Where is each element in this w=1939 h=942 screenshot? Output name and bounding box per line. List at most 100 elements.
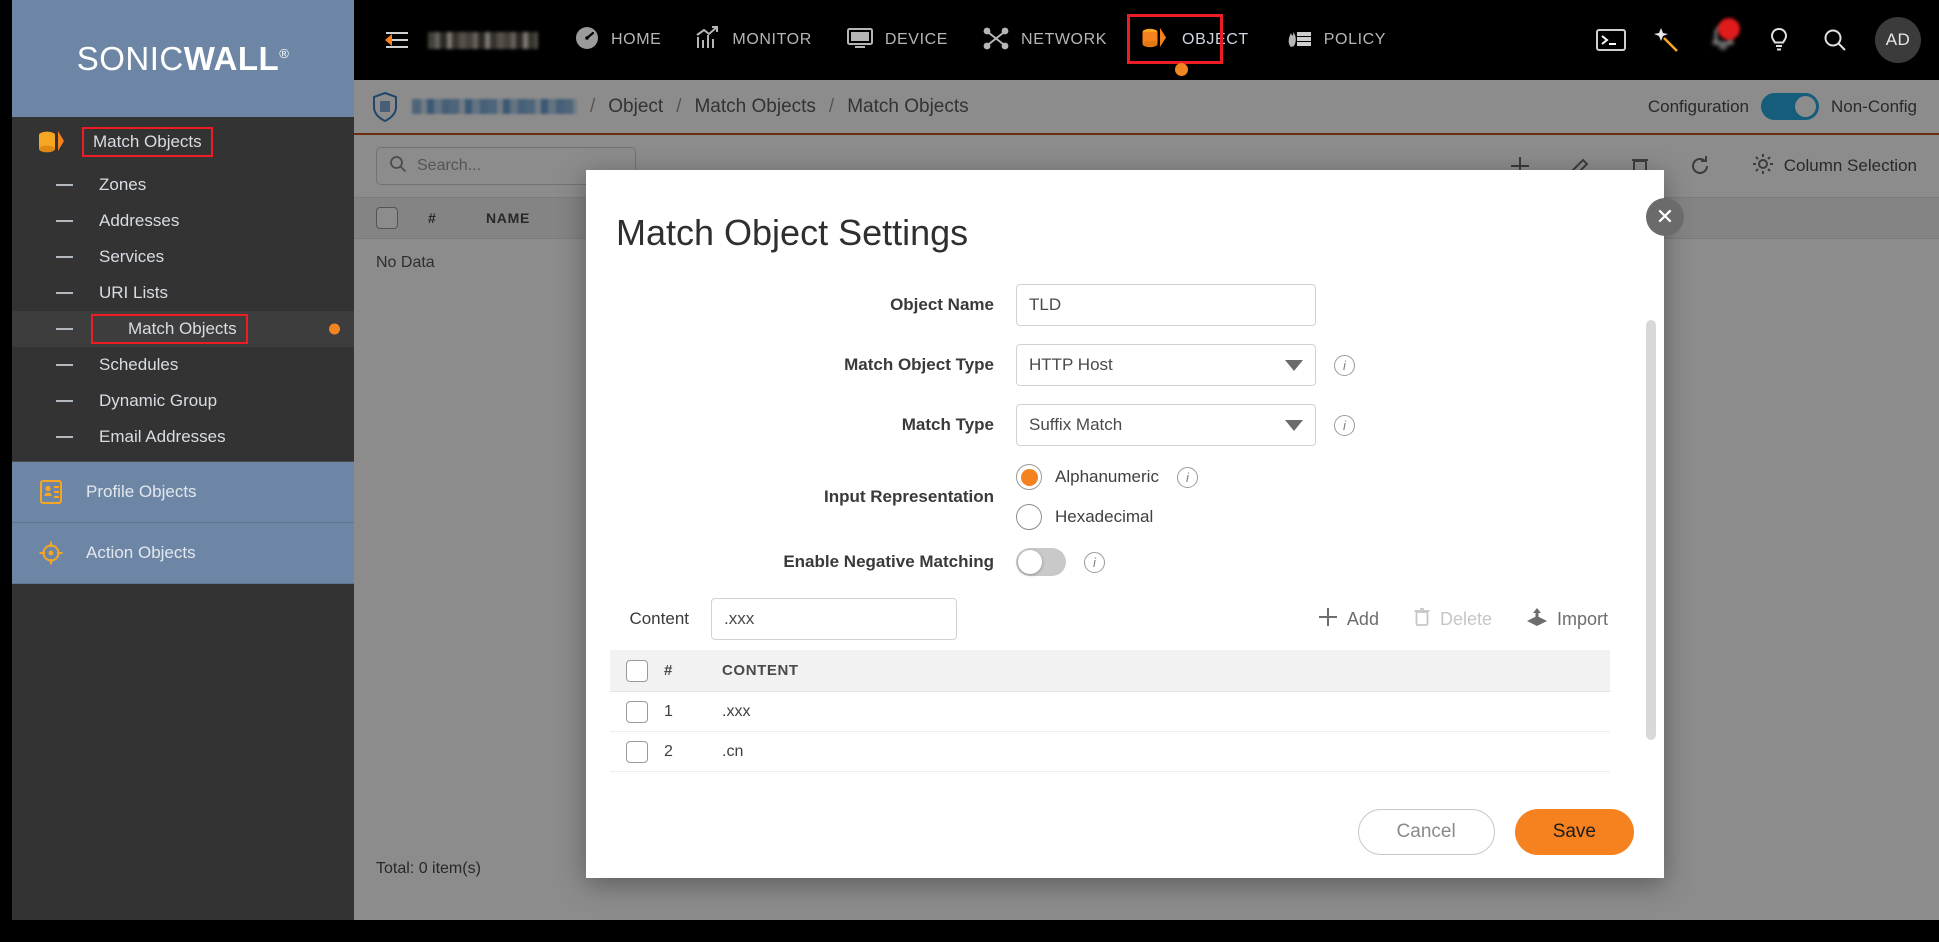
sidebar-item-email-addresses[interactable]: Email Addresses xyxy=(12,419,354,455)
sidebar-item-highlight-box: Match Objects xyxy=(91,314,248,344)
row-checkbox[interactable] xyxy=(626,700,648,723)
lightbulb-icon[interactable] xyxy=(1751,0,1807,80)
tab-object-marker-dot xyxy=(1175,63,1189,76)
sidebar-item-addresses[interactable]: Addresses xyxy=(12,203,354,239)
avatar[interactable]: AD xyxy=(1875,17,1921,63)
match-type-value: Suffix Match xyxy=(1029,415,1123,434)
field-label: Match Type xyxy=(901,415,994,434)
add-button[interactable]: Add xyxy=(1318,607,1379,632)
redacted-device-name xyxy=(428,31,538,49)
close-icon[interactable]: ✕ xyxy=(1646,198,1684,236)
info-icon[interactable]: i xyxy=(1334,414,1355,436)
dash-icon xyxy=(56,292,73,294)
avatar-initials: AD xyxy=(1885,30,1911,49)
dash-icon xyxy=(56,400,73,402)
match-object-type-select[interactable]: HTTP Host xyxy=(1016,344,1316,386)
row-content: .cn xyxy=(722,742,744,760)
sidebar-group-label: Profile Objects xyxy=(86,482,197,501)
dash-icon xyxy=(56,220,73,222)
brand-text: SONICWALL® xyxy=(77,40,290,78)
chevron-down-icon xyxy=(1285,419,1303,431)
tab-object[interactable]: OBJECT xyxy=(1127,0,1249,80)
sidebar-group-profile-objects[interactable]: Profile Objects xyxy=(12,462,354,523)
content-field-label: Content xyxy=(629,609,689,628)
sidebar-item-label: Match Objects xyxy=(128,319,237,338)
field-input-representation: Input Representation Alphanumeric i Hexa… xyxy=(586,464,1634,530)
tab-home[interactable]: HOME xyxy=(574,0,661,80)
info-icon[interactable]: i xyxy=(1084,551,1105,573)
save-button[interactable]: Save xyxy=(1514,809,1634,855)
settings-form: Object Name TLD Match Object Type HTTP H… xyxy=(586,254,1664,772)
sidebar-item-uri-lists[interactable]: URI Lists xyxy=(12,275,354,311)
tab-label: NETWORK xyxy=(1021,31,1108,48)
top-nav-items: HOME MONITOR DEVICE NETWORK OBJECT POLIC… xyxy=(574,0,1420,80)
sidebar-item-label: URI Lists xyxy=(99,283,168,302)
sidebar-item-label: Schedules xyxy=(99,355,179,374)
dash-icon xyxy=(56,256,73,258)
radio-label: Hexadecimal xyxy=(1055,507,1154,526)
content-select-all-checkbox[interactable] xyxy=(626,659,648,682)
magic-wand-icon[interactable] xyxy=(1639,0,1695,80)
object-name-input[interactable]: TLD xyxy=(1016,284,1316,326)
row-number: 2 xyxy=(664,742,673,760)
sidebar-item-label: Dynamic Group xyxy=(99,391,218,410)
content-column-content: CONTENT xyxy=(722,662,799,679)
radio-button[interactable] xyxy=(1016,464,1042,490)
dialog-title: Match Object Settings xyxy=(616,212,969,253)
table-row[interactable]: 2 .cn xyxy=(610,732,1610,772)
object-name-value: TLD xyxy=(1029,295,1062,314)
tab-network[interactable]: NETWORK xyxy=(982,0,1107,80)
chevron-down-icon xyxy=(1285,359,1303,371)
content-value: .xxx xyxy=(724,609,755,628)
field-match-object-type: Match Object Type HTTP Host i xyxy=(586,344,1634,386)
table-row[interactable]: 1 .xxx xyxy=(610,692,1610,732)
upload-icon xyxy=(1526,607,1548,632)
object-cylinder-icon xyxy=(1141,25,1171,56)
radio-option-alphanumeric[interactable]: Alphanumeric i xyxy=(1016,464,1198,490)
sidebar-item-dynamic-group[interactable]: Dynamic Group xyxy=(12,383,354,419)
top-right-toolbar: AD xyxy=(1583,0,1921,80)
notification-bell-icon[interactable] xyxy=(1695,0,1751,80)
trash-icon xyxy=(1413,607,1431,632)
toggle-knob xyxy=(1018,550,1042,574)
modal-scrollbar[interactable] xyxy=(1646,320,1656,740)
field-label: Match Object Type xyxy=(844,355,994,374)
import-label: Import xyxy=(1556,608,1608,629)
sidebar-item-schedules[interactable]: Schedules xyxy=(12,347,354,383)
enable-negative-matching-toggle[interactable] xyxy=(1016,548,1066,576)
radio-option-hexadecimal[interactable]: Hexadecimal xyxy=(1016,504,1198,530)
application-window: SONICWALL® Match Objects Zones Addresses… xyxy=(0,0,1939,942)
sidebar-group-highlight-box: Match Objects xyxy=(82,127,213,157)
info-icon[interactable]: i xyxy=(1176,466,1198,488)
dash-icon xyxy=(56,436,73,438)
sidebar-item-services[interactable]: Services xyxy=(12,239,354,275)
console-icon[interactable] xyxy=(1583,0,1639,80)
sidebar-item-match-objects[interactable]: Match Objects xyxy=(12,311,354,347)
sidebar-group-label: Match Objects xyxy=(93,132,202,151)
row-content: .xxx xyxy=(722,702,751,720)
monitor-icon xyxy=(846,26,874,55)
sidebar-item-zones[interactable]: Zones xyxy=(12,167,354,203)
brand-registered-mark: ® xyxy=(279,45,290,61)
plus-icon xyxy=(1318,607,1338,632)
info-icon[interactable]: i xyxy=(1334,354,1355,376)
notification-badge xyxy=(1718,18,1740,40)
search-icon[interactable] xyxy=(1807,0,1863,80)
match-type-select[interactable]: Suffix Match xyxy=(1016,404,1316,446)
delete-button[interactable]: Delete xyxy=(1413,607,1492,632)
tab-policy[interactable]: POLICY xyxy=(1283,0,1386,80)
radio-button[interactable] xyxy=(1016,504,1042,530)
content-input[interactable]: .xxx xyxy=(711,598,957,640)
row-checkbox[interactable] xyxy=(626,740,648,763)
tab-device[interactable]: DEVICE xyxy=(846,0,948,80)
sidebar-group-action-objects[interactable]: Action Objects xyxy=(12,523,354,584)
sidebar: SONICWALL® Match Objects Zones Addresses… xyxy=(12,0,354,920)
import-button[interactable]: Import xyxy=(1526,607,1608,632)
content-column-number: # xyxy=(664,662,673,679)
brand-name-part2: WALL xyxy=(183,39,280,77)
collapse-menu-icon[interactable] xyxy=(374,27,412,53)
tab-monitor[interactable]: MONITOR xyxy=(695,0,811,80)
cancel-button[interactable]: Cancel xyxy=(1357,809,1495,855)
row-number: 1 xyxy=(664,702,673,720)
sidebar-group-match-objects[interactable]: Match Objects xyxy=(12,117,354,167)
